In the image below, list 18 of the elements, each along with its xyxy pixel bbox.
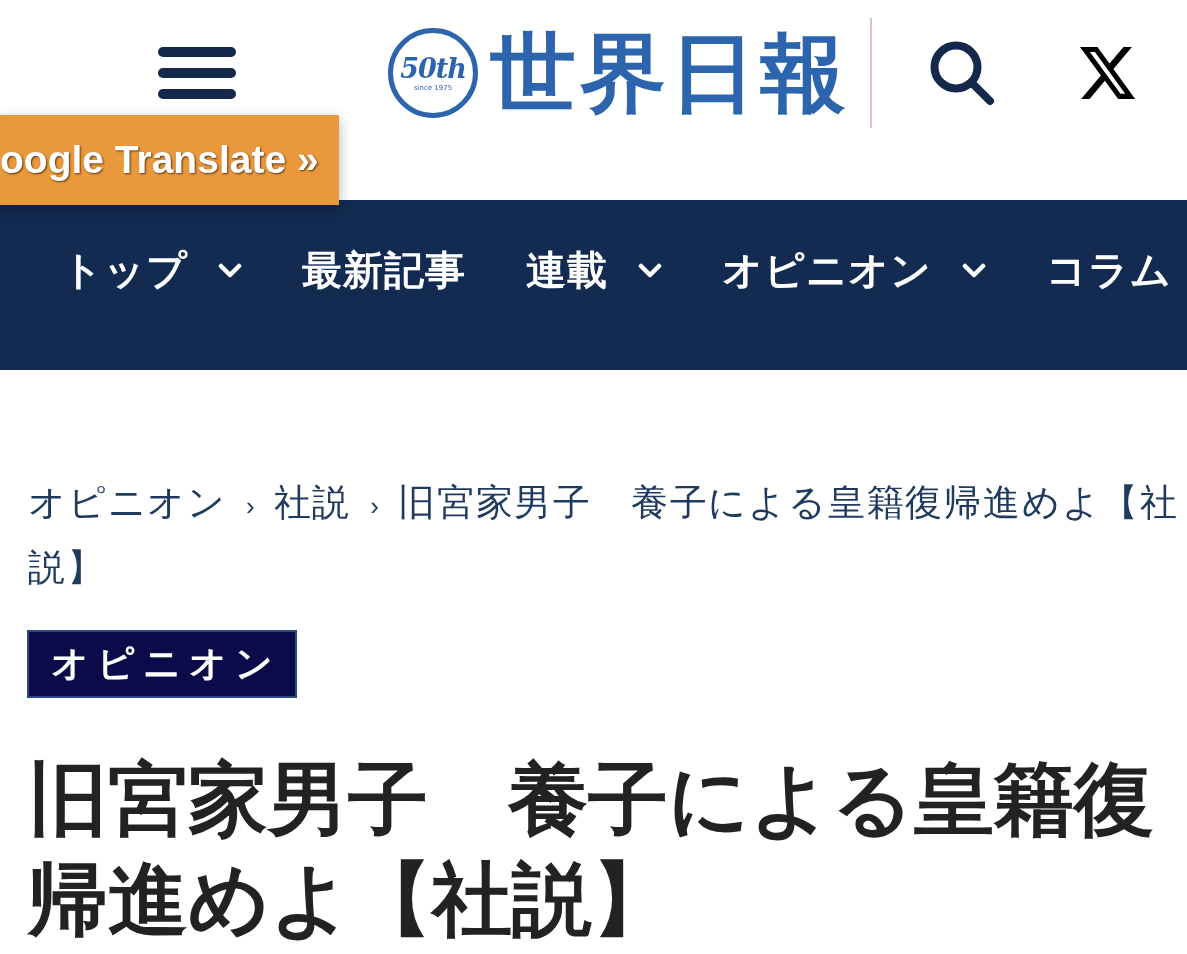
nav-item[interactable]: 連載	[526, 248, 662, 292]
nav-item[interactable]: 最新記事	[302, 248, 466, 292]
menu-icon	[158, 47, 236, 99]
article-title: 旧宮家男子 養子による皇籍復帰進めよ【社説】	[26, 752, 1155, 948]
breadcrumb-link[interactable]: オピニオン	[28, 481, 227, 524]
x-logo-icon	[1080, 47, 1135, 99]
nav-item[interactable]: コラム	[1046, 248, 1172, 292]
nav-item[interactable]: トップ	[62, 248, 242, 292]
logo-wordmark[interactable]: 世界日報	[490, 30, 850, 116]
nav-item[interactable]: オピニオン	[722, 248, 986, 292]
x-link[interactable]	[1080, 47, 1135, 99]
menu-button[interactable]	[158, 47, 236, 99]
search-button[interactable]	[930, 40, 995, 106]
breadcrumb: オピニオン › 社説 › 旧宮家男子 養子による皇籍復帰進めよ【社説】	[28, 480, 1180, 591]
category-badge[interactable]: オピニオン	[27, 630, 297, 698]
search-icon	[930, 40, 995, 106]
breadcrumb-link[interactable]: 社説	[273, 481, 352, 524]
badge-number: 50th	[400, 54, 466, 82]
